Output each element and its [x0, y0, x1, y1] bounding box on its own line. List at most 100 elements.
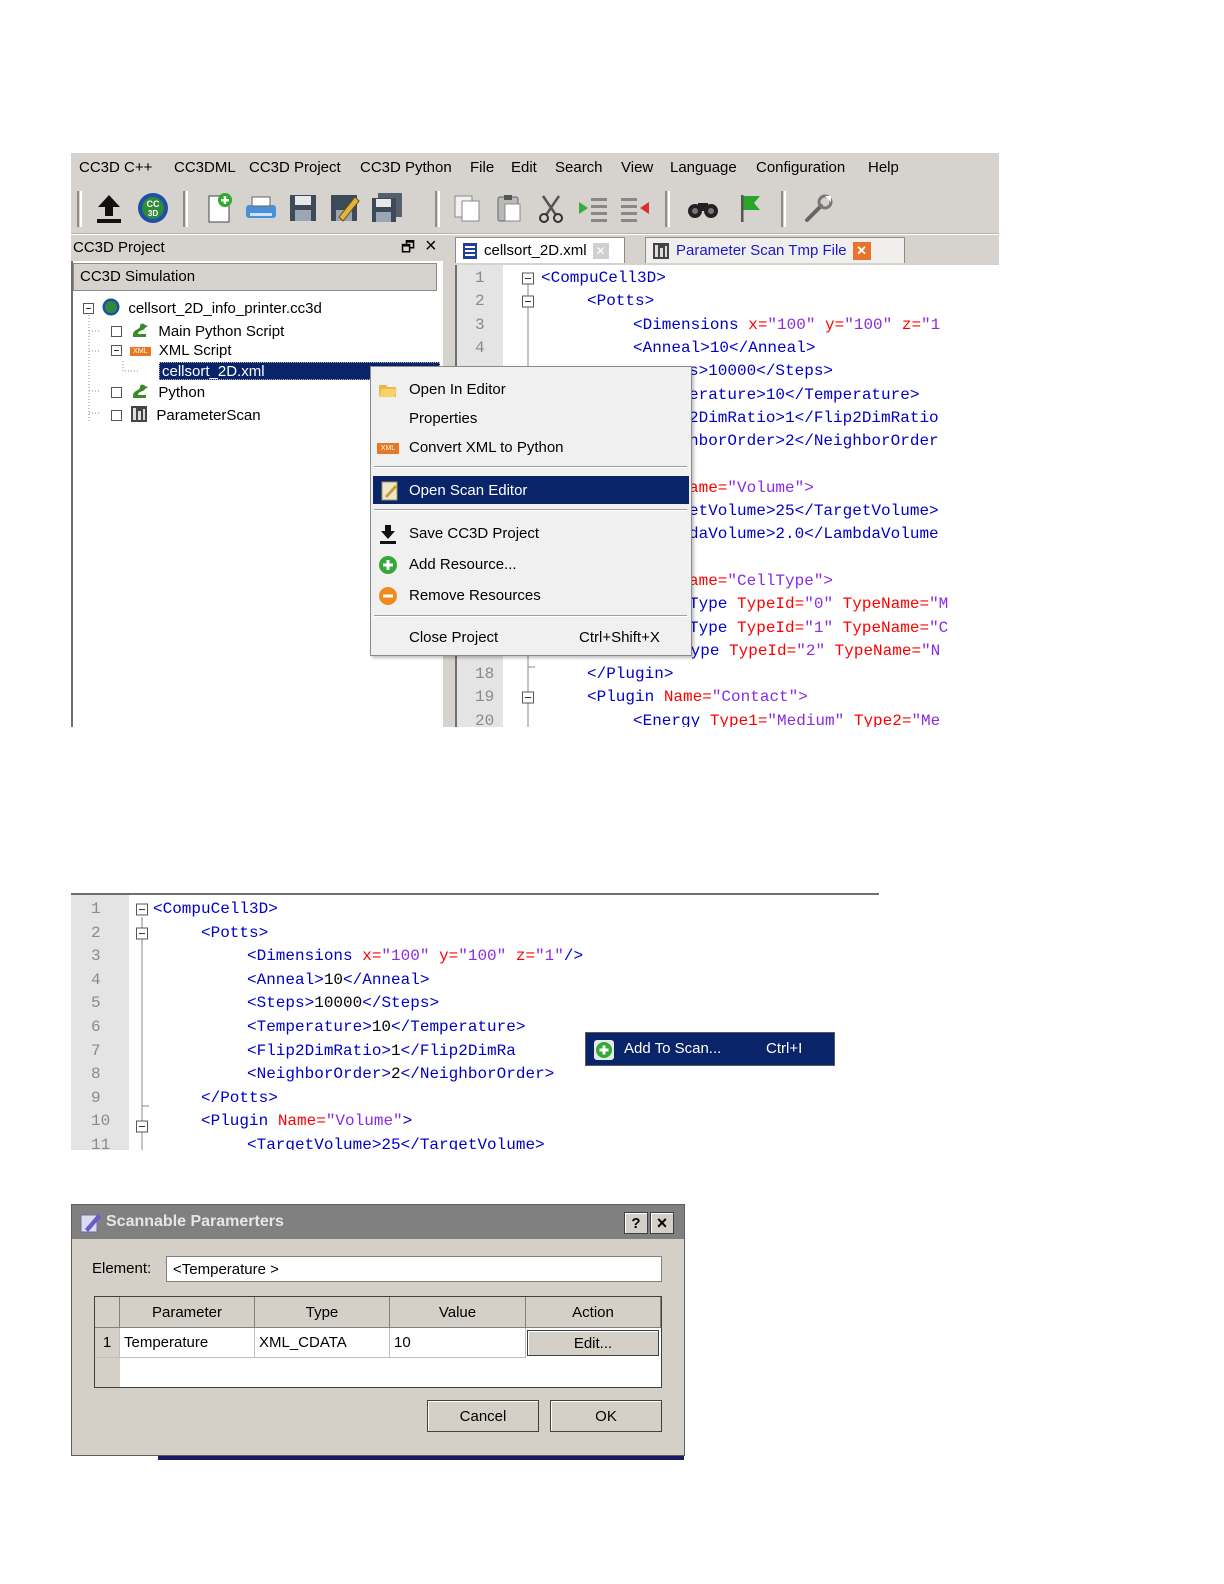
new-file-icon[interactable] — [201, 190, 237, 226]
save-icon[interactable] — [285, 190, 321, 226]
tab-cellsort-xml-label: cellsort_2D.xml — [484, 242, 587, 259]
column-header-action[interactable]: Action — [526, 1297, 661, 1328]
collapse-icon[interactable] — [111, 345, 122, 356]
help-button[interactable]: ? — [624, 1212, 648, 1234]
float-panel-icon[interactable]: 🗗 — [401, 237, 415, 262]
tree-item-python[interactable]: Python — [111, 382, 205, 402]
scan-editor-icon — [380, 481, 400, 501]
code-line[interactable]: 2 <Potts> — [71, 924, 879, 947]
code-line[interactable]: 5 <Steps>10000</Steps> — [71, 994, 879, 1017]
cut-icon[interactable] — [533, 190, 569, 226]
menu-item-open-scan-editor[interactable]: Open Scan Editor — [373, 476, 689, 504]
toolbar-separator — [665, 191, 670, 227]
close-tab-icon[interactable]: ✕ — [592, 242, 609, 259]
close-project-shortcut: Ctrl+Shift+X — [579, 628, 660, 646]
settings-wrench-icon[interactable] — [801, 190, 837, 226]
code-line[interactable]: 10 <Plugin Name="Volume"> — [71, 1112, 879, 1135]
expand-icon[interactable] — [111, 326, 122, 337]
code-text: <Plugin Name="Volume"> — [201, 1112, 413, 1131]
code-text: <Anneal>10</Anneal> — [633, 338, 816, 357]
tree-item-root[interactable]: cellsort_2D_info_printer.cc3d — [83, 298, 322, 318]
cancel-button[interactable]: Cancel — [427, 1400, 539, 1432]
upload-icon[interactable] — [91, 190, 127, 226]
paste-icon[interactable] — [491, 190, 527, 226]
tree-python-label: Python — [158, 384, 206, 401]
line-number: 4 — [91, 970, 101, 989]
menu-configuration[interactable]: Configuration — [756, 159, 845, 176]
column-header-parameter[interactable]: Parameter — [120, 1297, 255, 1328]
menu-item-save-project[interactable]: Save CC3D Project — [371, 519, 689, 547]
tree-item-parameter-scan[interactable]: ParameterScan — [111, 405, 261, 425]
line-number: 9 — [91, 1088, 101, 1107]
menu-search[interactable]: Search — [555, 159, 603, 176]
menu-help[interactable]: Help — [868, 159, 899, 176]
code-text: daVolume>2.0</LambdaVolume — [689, 525, 939, 544]
add-to-scan-menu[interactable]: Add To Scan... Ctrl+I — [585, 1032, 835, 1066]
tree-item-xml-script[interactable]: XML XML Script — [111, 342, 232, 362]
print-icon[interactable] — [243, 190, 279, 226]
column-header-value[interactable]: Value — [390, 1297, 526, 1328]
menu-item-properties[interactable]: Properties — [371, 404, 689, 432]
element-field[interactable]: <Temperature > — [166, 1256, 662, 1282]
tab-parameter-scan-tmp[interactable]: Parameter Scan Tmp File ✕ — [645, 237, 905, 263]
line-number: 3 — [475, 315, 485, 334]
find-icon[interactable] — [685, 190, 721, 226]
menu-cc3d-cpp[interactable]: CC3D C++ — [79, 159, 152, 176]
code-editor-bottom[interactable]: 1 <CompuCell3D> 2 <Potts> 3 <Dimensions x="10… — [71, 893, 879, 1150]
save-all-icon[interactable] — [369, 190, 405, 226]
menu-cc3dml[interactable]: CC3DML — [174, 159, 236, 176]
menu-language[interactable]: Language — [670, 159, 737, 176]
cell-type[interactable]: XML_CDATA — [255, 1328, 390, 1358]
code-text: hborOrder>2</NeighborOrder — [689, 432, 939, 451]
open-folder-icon — [378, 380, 398, 400]
menu-cc3d-project[interactable]: CC3D Project — [249, 159, 341, 176]
menu-view[interactable]: View — [621, 159, 653, 176]
menu-item-open-in-editor[interactable]: Open In Editor — [371, 375, 689, 403]
close-panel-icon[interactable]: × — [425, 235, 437, 258]
editor-tab-bar: cellsort_2D.xml ✕ Parameter Scan Tmp Fil… — [455, 235, 999, 265]
expand-icon[interactable] — [111, 387, 122, 398]
toolbar: CC 3D — [71, 183, 999, 234]
code-text: <TargetVolume>25</TargetVolume> — [247, 1136, 545, 1150]
unindent-icon[interactable] — [617, 190, 653, 226]
cell-parameter[interactable]: Temperature — [120, 1328, 255, 1358]
line-number: 8 — [91, 1065, 101, 1084]
menu-separator — [374, 466, 687, 468]
indent-icon[interactable] — [575, 190, 611, 226]
code-line[interactable]: 4 <Anneal>10</Anneal> — [71, 971, 879, 994]
code-line[interactable]: 11 <TargetVolume>25</TargetVolume> — [71, 1136, 879, 1150]
edit-button[interactable]: Edit... — [527, 1330, 659, 1356]
menu-file[interactable]: File — [470, 159, 494, 176]
code-text: <Anneal>10</Anneal> — [247, 970, 430, 989]
tab-cellsort-xml[interactable]: cellsort_2D.xml ✕ — [455, 237, 625, 263]
menu-item-add-resource[interactable]: Add Resource... — [371, 550, 689, 578]
copy-icon[interactable] — [449, 190, 485, 226]
column-header-type[interactable]: Type — [255, 1297, 390, 1328]
code-text: <Energy Type1="Medium" Type2="Me — [633, 711, 941, 727]
bookmark-flag-icon[interactable] — [733, 190, 769, 226]
download-save-icon — [378, 524, 398, 544]
sim-tree-header-label: CC3D Simulation — [80, 268, 196, 285]
menu-cc3d-python[interactable]: CC3D Python — [360, 159, 452, 176]
expand-icon[interactable] — [111, 410, 122, 421]
save-as-icon[interactable] — [327, 190, 363, 226]
element-field-value: <Temperature > — [173, 1261, 279, 1278]
code-text: <Dimensions x="100" y="100" z="1 — [633, 315, 941, 334]
cell-value[interactable]: 10 — [390, 1328, 526, 1358]
project-panel-titlebar: CC3D Project 🗗 × — [71, 235, 443, 261]
menu-edit[interactable]: Edit — [511, 159, 537, 176]
menu-item-close-project[interactable]: Close Project Ctrl+Shift+X — [371, 623, 689, 651]
tree-item-main-python[interactable]: Main Python Script — [111, 321, 284, 341]
ok-button[interactable]: OK — [550, 1400, 662, 1432]
close-dialog-button[interactable]: × — [650, 1212, 674, 1234]
code-line[interactable]: 3 <Dimensions x="100" y="100" z="1"/> — [71, 947, 879, 970]
cc3d-logo-icon[interactable]: CC 3D — [135, 190, 171, 226]
collapse-icon[interactable] — [83, 303, 94, 314]
code-text: </Plugin> — [587, 665, 674, 684]
code-line[interactable]: 8 <NeighborOrder>2</NeighborOrder> — [71, 1065, 879, 1088]
code-line[interactable]: 9 </Potts> — [71, 1089, 879, 1112]
close-tab-icon[interactable]: ✕ — [852, 241, 871, 260]
menu-item-convert-xml[interactable]: XML Convert XML to Python — [371, 433, 689, 461]
menu-item-remove-resources[interactable]: Remove Resources — [371, 581, 689, 609]
code-line[interactable]: 1 <CompuCell3D> — [71, 900, 879, 923]
